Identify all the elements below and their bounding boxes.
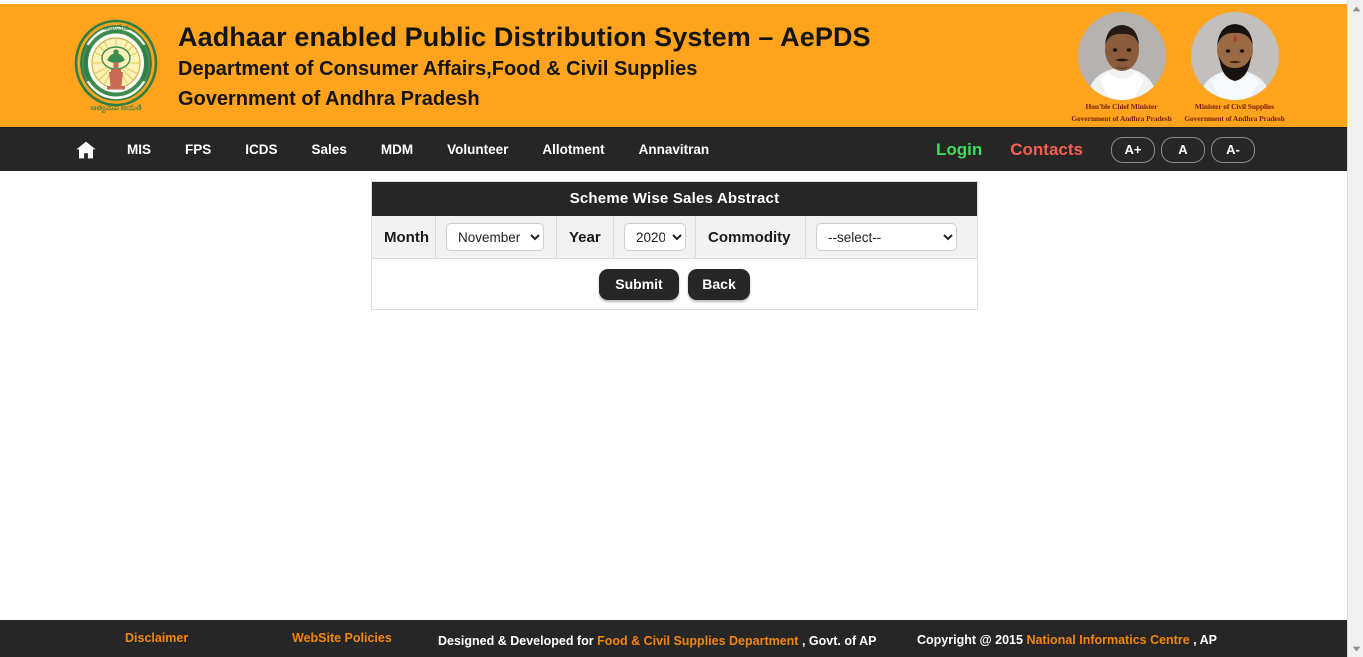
nav-item-mdm[interactable]: MDM: [364, 128, 430, 172]
form-actions: Submit Back: [372, 259, 977, 309]
home-icon: [76, 141, 96, 159]
site-footer: Disclaimer WebSite Policies Designed & D…: [0, 620, 1347, 657]
national-informatics-centre-link[interactable]: National Informatics Centre: [1026, 633, 1189, 647]
nav-links-group: MIS FPS ICDS Sales MDM Volunteer Allotme…: [62, 128, 726, 172]
panel-title: Scheme Wise Sales Abstract: [372, 182, 977, 216]
nav-item-allotment[interactable]: Allotment: [525, 128, 621, 172]
contacts-link[interactable]: Contacts: [996, 140, 1097, 160]
font-default-button[interactable]: A: [1161, 137, 1205, 163]
font-increase-button[interactable]: A+: [1111, 137, 1155, 163]
nav-right-group: Login Contacts A+ A A-: [922, 128, 1261, 172]
civil-supplies-minister-caption-government: Government of Andhra Pradesh: [1184, 113, 1285, 123]
chief-minister-block: Hon'ble Chief Minister Government of And…: [1069, 12, 1174, 123]
vertical-scrollbar[interactable]: [1347, 0, 1363, 657]
food-civil-supplies-department-link[interactable]: Food & Civil Supplies Department: [597, 634, 798, 648]
site-title: Aadhaar enabled Public Distribution Syst…: [178, 22, 871, 52]
minister-portraits: Hon'ble Chief Minister Government of And…: [1069, 12, 1287, 123]
commodity-field-cell: --select--: [806, 216, 977, 258]
page-root: ఆత్యమేవ ఆత్యమేవ జయతే Aadhaar enabled Pub…: [0, 0, 1347, 657]
disclaimer-link[interactable]: Disclaimer: [125, 631, 188, 645]
emblem-container: ఆత్యమేవ ఆత్యమేవ జయతే: [72, 17, 160, 117]
nav-item-volunteer[interactable]: Volunteer: [430, 128, 525, 172]
designed-developed-text: Designed & Developed for Food & Civil Su…: [438, 631, 877, 651]
site-subtitle-government: Government of Andhra Pradesh: [178, 88, 480, 110]
site-header: ఆత్యమేవ ఆత్యమేవ జయతే Aadhaar enabled Pub…: [0, 4, 1347, 127]
header-title-block: Aadhaar enabled Public Distribution Syst…: [178, 20, 871, 114]
nav-item-annavitran[interactable]: Annavitran: [622, 128, 727, 172]
nav-item-sales[interactable]: Sales: [295, 128, 364, 172]
copyright-prefix: Copyright @ 2015: [917, 633, 1027, 647]
main-navigation-bar: MIS FPS ICDS Sales MDM Volunteer Allotme…: [0, 127, 1347, 171]
civil-supplies-minister-block: Minister of Civil Supplies Government of…: [1182, 12, 1287, 123]
month-select[interactable]: November: [446, 223, 544, 251]
year-field-cell: 2020: [614, 216, 696, 258]
commodity-label: Commodity: [696, 216, 806, 258]
nav-home-link[interactable]: [62, 128, 110, 172]
scroll-up-arrow-icon[interactable]: [1348, 0, 1363, 17]
scroll-down-arrow-icon[interactable]: [1348, 640, 1363, 657]
copyright-suffix: , AP: [1189, 633, 1217, 647]
site-subtitle-department: Department of Consumer Affairs,Food & Ci…: [178, 58, 698, 80]
login-link[interactable]: Login: [922, 140, 996, 160]
year-label: Year: [557, 216, 614, 258]
submit-button[interactable]: Submit: [599, 268, 679, 300]
page-content: Scheme Wise Sales Abstract Month Novembe…: [0, 171, 1347, 620]
chief-minister-portrait-icon: [1077, 12, 1166, 100]
year-select[interactable]: 2020: [624, 223, 686, 251]
svg-text:ఆత్యమేవ జయతే: ఆత్యమేవ జయతే: [90, 103, 141, 113]
month-label: Month: [372, 216, 436, 258]
svg-text:ఆత్యమేవ: ఆత్యమేవ: [103, 24, 130, 33]
back-button[interactable]: Back: [688, 268, 750, 300]
civil-supplies-minister-portrait-icon: [1190, 12, 1279, 100]
chief-minister-caption-government: Government of Andhra Pradesh: [1071, 113, 1172, 123]
copyright-text: Copyright @ 2015 National Informatics Ce…: [917, 631, 1217, 649]
filter-row: Month November Year 2020 Commodity --sel…: [372, 216, 977, 259]
chief-minister-caption-title: Hon'ble Chief Minister: [1085, 102, 1158, 111]
civil-supplies-minister-caption-title: Minister of Civil Supplies: [1194, 102, 1275, 111]
scheme-wise-sales-abstract-panel: Scheme Wise Sales Abstract Month Novembe…: [371, 181, 978, 310]
website-policies-link[interactable]: WebSite Policies: [292, 631, 392, 645]
nav-item-mis[interactable]: MIS: [110, 128, 168, 172]
month-field-cell: November: [436, 216, 557, 258]
nav-item-icds[interactable]: ICDS: [228, 128, 294, 172]
font-decrease-button[interactable]: A-: [1211, 137, 1255, 163]
designed-suffix: , Govt. of AP: [798, 634, 877, 648]
browser-viewport: ఆత్యమేవ ఆత్యమేవ జయతే Aadhaar enabled Pub…: [0, 0, 1363, 657]
designed-prefix: Designed & Developed for: [438, 634, 598, 648]
commodity-select[interactable]: --select--: [816, 223, 957, 251]
andhra-pradesh-state-emblem-icon: ఆత్యమేవ ఆత్యమేవ జయతే: [73, 18, 159, 116]
nav-item-fps[interactable]: FPS: [168, 128, 228, 172]
